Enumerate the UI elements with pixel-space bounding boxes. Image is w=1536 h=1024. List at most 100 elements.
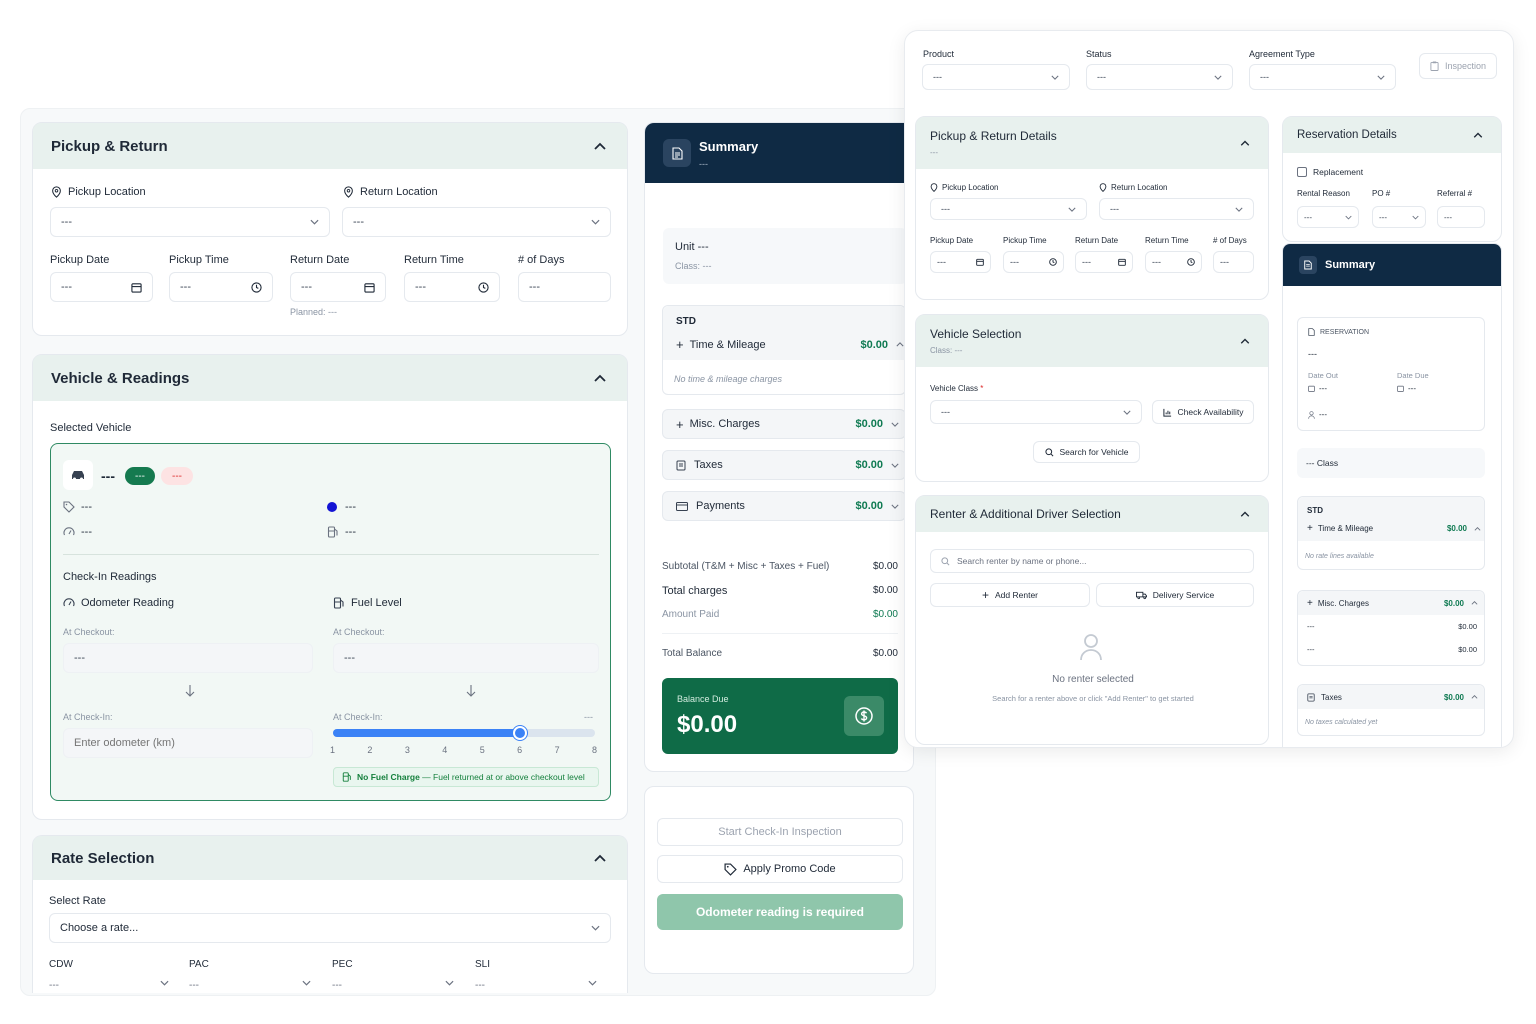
odometer-required-button[interactable]: Odometer reading is required xyxy=(657,894,903,930)
receipt-icon xyxy=(1307,693,1315,701)
selected-vehicle-card[interactable]: --- --- --- --- --- --- --- Check-In Rea… xyxy=(50,443,611,801)
chevron-down-icon xyxy=(891,422,899,427)
section-title: Vehicle & Readings xyxy=(51,369,190,387)
pickup-location-select[interactable]: --- xyxy=(930,198,1087,220)
return-location-select[interactable]: --- xyxy=(1099,198,1254,220)
po-select[interactable]: --- xyxy=(1372,206,1426,228)
tag-icon xyxy=(63,501,75,513)
return-time-input[interactable]: --- xyxy=(404,272,500,302)
select-rate-dropdown[interactable]: Choose a rate... xyxy=(49,913,611,943)
agreement-type-select[interactable]: --- xyxy=(1249,64,1396,90)
chevron-down-icon xyxy=(1377,75,1385,80)
return-location-label: Return Location xyxy=(1099,183,1167,192)
time-mileage-row[interactable]: + Time & Mileage $0.00 xyxy=(1307,523,1481,534)
chevron-down-icon xyxy=(445,980,454,986)
status-select[interactable]: --- xyxy=(1086,64,1233,90)
fuel-note-bold: No Fuel Charge xyxy=(357,772,420,782)
fuel-slider-fill xyxy=(333,729,521,737)
rental-reason-select[interactable]: --- xyxy=(1297,206,1359,228)
coverage-pec[interactable]: PEC --- xyxy=(332,954,454,991)
product-select[interactable]: --- xyxy=(922,64,1070,90)
apply-promo-button[interactable]: Apply Promo Code xyxy=(657,855,903,883)
clipboard-icon xyxy=(1430,61,1439,71)
return-time-input[interactable]: --- xyxy=(1145,251,1202,273)
chevron-down-icon xyxy=(1412,215,1419,220)
calendar-icon xyxy=(976,258,984,266)
coverage-cdw[interactable]: CDW --- xyxy=(49,954,169,991)
coverage-pac[interactable]: PAC --- xyxy=(189,954,311,991)
chevron-up-icon[interactable] xyxy=(1469,126,1487,144)
chevron-down-icon xyxy=(591,925,600,931)
chevron-up-icon[interactable] xyxy=(591,849,609,867)
return-location-select[interactable]: --- xyxy=(342,207,611,237)
search-vehicle-button[interactable]: Search for Vehicle xyxy=(1033,441,1140,463)
reservation-label: RESERVATION xyxy=(1308,328,1369,336)
coverage-sli[interactable]: SLI --- xyxy=(475,954,597,991)
days-input[interactable]: --- xyxy=(518,272,611,302)
fuel-tick-label: 2 xyxy=(367,745,373,755)
selected-vehicle-label: Selected Vehicle xyxy=(50,422,132,434)
chevron-up-icon[interactable] xyxy=(1236,134,1254,152)
chevron-up-icon[interactable] xyxy=(1236,505,1254,523)
pickup-location-select[interactable]: --- xyxy=(50,207,330,237)
truck-icon xyxy=(1135,591,1147,599)
start-inspection-button[interactable]: Start Check-In Inspection xyxy=(657,818,903,846)
chevron-up-icon[interactable] xyxy=(591,137,609,155)
days-label: # of Days xyxy=(1213,236,1247,245)
vehicle-readings-section: Vehicle & Readings Selected Vehicle --- … xyxy=(32,354,628,820)
amount-paid-row: Amount Paid $0.00 xyxy=(662,609,898,620)
class-card: --- Class xyxy=(1297,448,1485,478)
select-rate-label: Select Rate xyxy=(49,895,106,907)
chevron-up-icon[interactable] xyxy=(591,369,609,387)
payments-row[interactable]: Payments $0.00 xyxy=(662,491,906,521)
section-subtitle: --- xyxy=(930,148,938,157)
summary-header: Summary --- xyxy=(645,123,913,183)
pickup-date-input[interactable]: --- xyxy=(930,251,991,273)
inspection-button[interactable]: Inspection xyxy=(1419,53,1497,79)
replacement-checkbox[interactable]: Replacement xyxy=(1297,167,1363,177)
chevron-up-icon[interactable] xyxy=(1236,332,1254,350)
return-date-label: Return Date xyxy=(290,254,350,266)
pickup-time-input[interactable]: --- xyxy=(1003,251,1064,273)
return-date-input[interactable]: --- xyxy=(290,272,386,302)
date-due-value: --- xyxy=(1397,384,1416,393)
referral-input[interactable]: --- xyxy=(1437,206,1485,228)
taxes-row[interactable]: Taxes $0.00 xyxy=(662,450,906,480)
add-renter-button[interactable]: + Add Renter xyxy=(930,583,1090,607)
section-subtitle: Class: --- xyxy=(930,346,963,355)
pickup-time-input[interactable]: --- xyxy=(169,272,273,302)
taxes-row[interactable]: Taxes $0.00 xyxy=(1298,685,1484,709)
odometer-checkin-input[interactable] xyxy=(63,728,313,758)
no-rate-lines: No rate lines available xyxy=(1305,553,1374,560)
fuel-slider[interactable] xyxy=(333,726,595,740)
fuel-level-label: Fuel Level xyxy=(333,597,402,609)
delivery-service-button[interactable]: Delivery Service xyxy=(1096,583,1254,607)
reservation-value: --- xyxy=(1308,349,1317,359)
plus-icon: + xyxy=(676,337,684,352)
pickup-date-input[interactable]: --- xyxy=(50,272,153,302)
document-icon xyxy=(1299,256,1317,274)
days-input[interactable]: --- xyxy=(1213,251,1254,273)
status-badge: --- xyxy=(125,467,155,485)
renter-search-input[interactable]: Search renter by name or phone... xyxy=(930,549,1254,573)
actions-panel: Start Check-In Inspection Apply Promo Co… xyxy=(644,786,914,974)
balance-due-card: Balance Due $0.00 xyxy=(662,678,898,754)
balance-due-amount: $0.00 xyxy=(677,711,738,738)
right-window: Product Status Agreement Type --- --- --… xyxy=(904,30,1514,748)
misc-charges-row[interactable]: + Misc. Charges $0.00 xyxy=(662,409,906,439)
fuel-ticks: 1 2 3 4 5 6 7 8 xyxy=(330,745,599,757)
section-title: Reservation Details xyxy=(1297,129,1397,141)
check-availability-button[interactable]: Check Availability xyxy=(1152,400,1254,424)
return-date-input[interactable]: --- xyxy=(1075,251,1133,273)
tag-icon xyxy=(724,862,738,876)
fuel-checkin-value: --- xyxy=(584,712,593,722)
divider xyxy=(63,554,599,555)
document-icon xyxy=(1308,328,1315,336)
vehicle-class-label: Vehicle Class * xyxy=(930,384,984,393)
total-balance-row: Total Balance $0.00 xyxy=(662,648,898,659)
vehicle-class-select[interactable]: --- xyxy=(930,400,1142,424)
car-icon xyxy=(63,460,93,490)
misc-charges-row[interactable]: + Misc. Charges $0.00 xyxy=(1298,591,1484,615)
fuel-slider-thumb[interactable] xyxy=(513,726,528,740)
time-mileage-row[interactable]: + Time & Mileage $0.00 xyxy=(676,337,904,352)
